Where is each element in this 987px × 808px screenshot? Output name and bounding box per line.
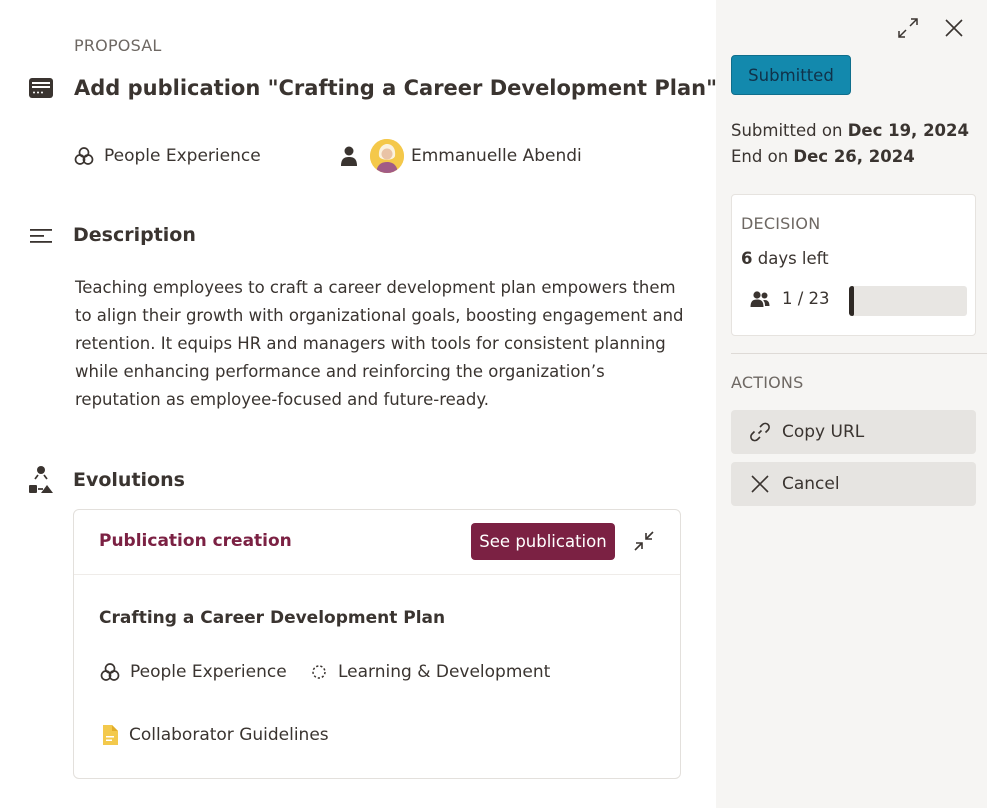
vote-progress-bar bbox=[849, 286, 967, 316]
users-icon bbox=[750, 290, 770, 307]
expand-icon[interactable] bbox=[897, 17, 919, 39]
evolution-card: Publication creation See publication Cra… bbox=[73, 509, 681, 779]
days-left-suffix: days left bbox=[757, 249, 829, 268]
submitted-date: Submitted on Dec 19, 2024 bbox=[731, 121, 969, 140]
cancel-label: Cancel bbox=[782, 474, 840, 494]
proposal-team-label: People Experience bbox=[104, 146, 261, 166]
description-text: Teaching employees to craft a career dev… bbox=[75, 278, 684, 409]
decision-panel: DECISION 6 days left 1 / 23 bbox=[731, 194, 976, 336]
proposal-author-name: Emmanuelle Abendi bbox=[411, 146, 582, 166]
description-lines-icon bbox=[30, 229, 52, 243]
days-left: 6 days left bbox=[741, 249, 829, 268]
submitted-date-value: Dec 19, 2024 bbox=[847, 121, 969, 140]
end-prefix: End on bbox=[731, 147, 789, 166]
publication-folder[interactable]: Collaborator Guidelines bbox=[101, 724, 329, 746]
submitted-prefix: Submitted on bbox=[731, 121, 843, 140]
description-heading: Description bbox=[73, 224, 196, 246]
publication-folder-label: Collaborator Guidelines bbox=[129, 725, 329, 745]
proposal-main-panel: PROPOSAL Add publication "Crafting a Car… bbox=[0, 0, 718, 808]
publication-team[interactable]: People Experience bbox=[100, 662, 287, 682]
cancel-button[interactable]: Cancel bbox=[731, 462, 976, 506]
evolutions-icon bbox=[29, 466, 53, 493]
evolution-card-header: Publication creation See publication bbox=[74, 510, 680, 575]
vote-count: 1 / 23 bbox=[750, 289, 830, 308]
publication-category[interactable]: Learning & Development bbox=[310, 662, 550, 682]
team-icon bbox=[74, 147, 94, 165]
status-badge: Submitted bbox=[731, 55, 851, 95]
proposal-sidebar: Submitted Submitted on Dec 19, 2024 End … bbox=[716, 0, 987, 808]
end-date-value: Dec 26, 2024 bbox=[793, 147, 915, 166]
vote-progress-fill bbox=[849, 286, 855, 316]
close-icon[interactable] bbox=[943, 17, 965, 39]
evolution-card-title: Publication creation bbox=[99, 531, 292, 551]
actions-label: ACTIONS bbox=[731, 373, 804, 392]
avatar bbox=[370, 139, 404, 173]
sidebar-divider bbox=[731, 353, 987, 354]
publication-category-label: Learning & Development bbox=[338, 662, 551, 682]
document-icon bbox=[103, 725, 118, 745]
team-icon bbox=[100, 663, 120, 681]
copy-url-button[interactable]: Copy URL bbox=[731, 410, 976, 454]
proposal-team[interactable]: People Experience bbox=[74, 142, 261, 170]
link-icon bbox=[750, 422, 770, 442]
category-dashed-circle-icon bbox=[312, 665, 326, 679]
proposal-author[interactable]: Emmanuelle Abendi bbox=[340, 139, 582, 173]
publication-name: Crafting a Career Development Plan bbox=[99, 608, 446, 628]
proposal-card-icon bbox=[29, 78, 53, 98]
decision-label: DECISION bbox=[741, 214, 821, 233]
end-date: End on Dec 26, 2024 bbox=[731, 147, 915, 166]
proposal-eyebrow: PROPOSAL bbox=[74, 36, 162, 55]
days-left-count: 6 bbox=[741, 249, 753, 268]
vote-count-text: 1 / 23 bbox=[782, 289, 830, 308]
see-publication-button[interactable]: See publication bbox=[471, 523, 615, 560]
copy-url-label: Copy URL bbox=[782, 422, 865, 442]
publication-team-label: People Experience bbox=[130, 662, 287, 682]
person-icon bbox=[341, 146, 357, 166]
evolutions-heading: Evolutions bbox=[73, 469, 185, 491]
proposal-title: Add publication "Crafting a Career Devel… bbox=[74, 76, 718, 100]
cancel-x-icon bbox=[751, 475, 769, 493]
shrink-icon[interactable] bbox=[633, 530, 655, 552]
